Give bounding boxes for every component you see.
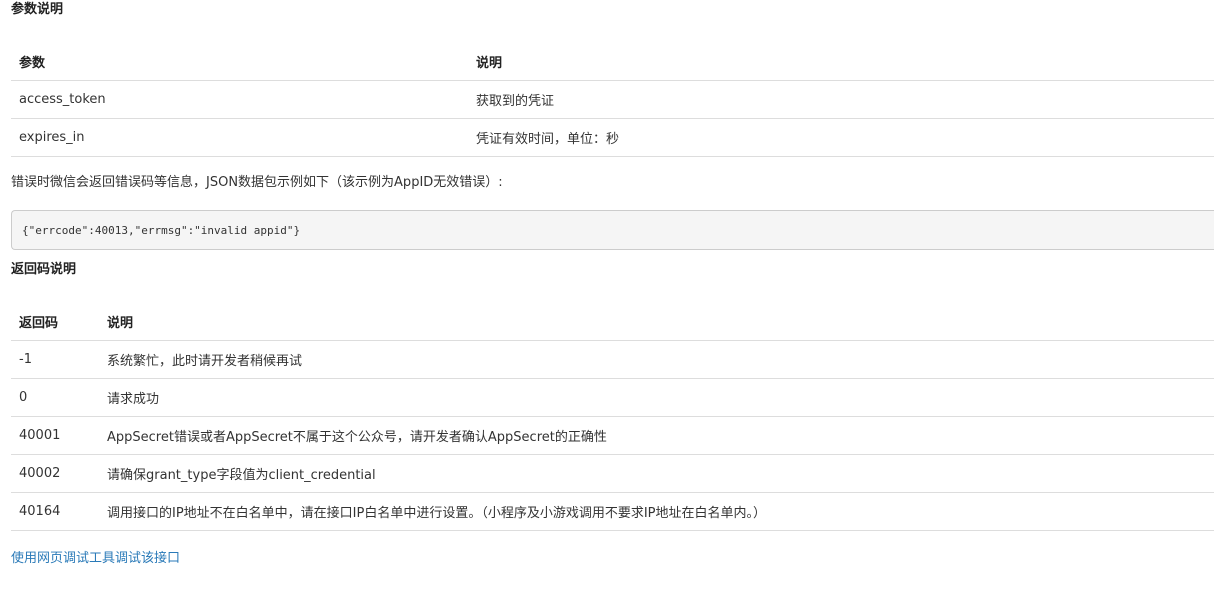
- table-row: access_token 获取到的凭证: [11, 80, 1214, 119]
- column-header-param: 参数: [11, 42, 468, 81]
- param-name: access_token: [11, 80, 468, 119]
- table-row: -1 系统繁忙，此时请开发者稍候再试: [11, 340, 1214, 379]
- params-section-title: 参数说明: [11, 2, 64, 17]
- table-row: 40164 调用接口的IP地址不在白名单中，请在接口IP白名单中进行设置。（小程…: [11, 492, 1214, 531]
- table-row: 40002 请确保grant_type字段值为client_credential: [11, 454, 1214, 493]
- table-header-row: 参数 说明: [11, 42, 1214, 81]
- table-row: expires_in 凭证有效时间，单位：秒: [11, 118, 1214, 157]
- return-code-desc: 请求成功: [99, 378, 1214, 417]
- table-row: 40001 AppSecret错误或者AppSecret不属于这个公众号，请开发…: [11, 416, 1214, 455]
- return-code: -1: [11, 340, 99, 379]
- codes-section-title: 返回码说明: [11, 262, 77, 277]
- return-code: 0: [11, 378, 99, 417]
- json-code-sample: {"errcode":40013,"errmsg":"invalid appid…: [11, 210, 1214, 250]
- error-intro-text: 错误时微信会返回错误码等信息，JSON数据包示例如下（该示例为AppID无效错误…: [11, 175, 503, 190]
- doc-content: 参数说明 参数 说明 access_token 获取到的凭证 expires_i…: [11, 0, 1214, 569]
- table-row: 0 请求成功: [11, 378, 1214, 417]
- return-code: 40164: [11, 492, 99, 531]
- debug-tool-link[interactable]: 使用网页调试工具调试该接口: [11, 549, 180, 569]
- column-header-code: 返回码: [11, 302, 99, 341]
- return-codes-table: 返回码 说明 -1 系统繁忙，此时请开发者稍候再试 0 请求成功 40001 A…: [11, 302, 1214, 531]
- return-code: 40002: [11, 454, 99, 493]
- param-desc: 获取到的凭证: [468, 80, 1214, 119]
- return-code-desc: 调用接口的IP地址不在白名单中，请在接口IP白名单中进行设置。（小程序及小游戏调…: [99, 492, 1214, 531]
- column-header-desc: 说明: [468, 42, 1214, 81]
- return-code-desc: 请确保grant_type字段值为client_credential: [99, 454, 1214, 493]
- table-header-row: 返回码 说明: [11, 302, 1214, 341]
- param-name: expires_in: [11, 118, 468, 157]
- column-header-desc: 说明: [99, 302, 1214, 341]
- param-desc: 凭证有效时间，单位：秒: [468, 118, 1214, 157]
- return-code: 40001: [11, 416, 99, 455]
- return-code-desc: AppSecret错误或者AppSecret不属于这个公众号，请开发者确认App…: [99, 416, 1214, 455]
- return-code-desc: 系统繁忙，此时请开发者稍候再试: [99, 340, 1214, 379]
- params-table: 参数 说明 access_token 获取到的凭证 expires_in 凭证有…: [11, 42, 1214, 157]
